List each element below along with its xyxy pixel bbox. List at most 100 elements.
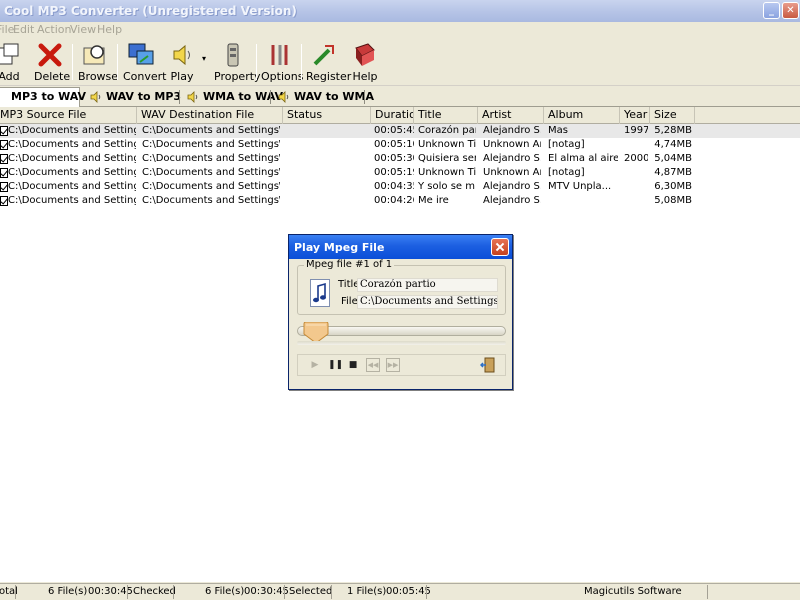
- col-mp3-source[interactable]: MP3 Source File: [0, 107, 137, 124]
- register-label: Register: [306, 70, 352, 83]
- tab-wma-to-wav[interactable]: WMA to WAV: [183, 88, 283, 106]
- property-label: Property: [214, 70, 261, 83]
- property-button[interactable]: Property: [214, 40, 261, 84]
- status-divider: [284, 585, 285, 599]
- cell-duration: 00:05:10: [374, 139, 414, 150]
- browse-button[interactable]: Browse: [78, 40, 118, 84]
- register-button[interactable]: Register: [306, 40, 352, 84]
- cell-destination: C:\Documents and Settings\upto...: [142, 181, 280, 192]
- table-row[interactable]: C:\Documents and Settings\up... C:\Docum…: [0, 166, 800, 180]
- stop-icon[interactable]: ■: [346, 358, 360, 372]
- dialog-title-bar[interactable]: Play Mpeg File: [289, 235, 512, 259]
- delete-button[interactable]: Delete: [34, 40, 71, 84]
- close-button[interactable]: ✕: [782, 2, 799, 19]
- mpeg-file-group: Mpeg file #1 of 1 Title: Corazón partio …: [297, 259, 506, 315]
- table-row[interactable]: C:\Documents and Settings\up... C:\Docum…: [0, 138, 800, 152]
- col-artist[interactable]: Artist: [478, 107, 544, 124]
- cell-duration: 00:05:45: [374, 125, 414, 136]
- register-icon: [311, 42, 337, 68]
- cell-source: C:\Documents and Settings\up...: [8, 139, 136, 150]
- play-dropdown-arrow-icon[interactable]: ▾: [202, 54, 206, 63]
- table-row[interactable]: C:\Documents and Settings\up... C:\Docum…: [0, 124, 800, 138]
- col-wav-destination[interactable]: WAV Destination File: [137, 107, 283, 124]
- row-checkbox[interactable]: [0, 126, 8, 136]
- cell-source: C:\Documents and Settings\up...: [8, 153, 136, 164]
- menu-action[interactable]: Action: [37, 23, 71, 36]
- add-button[interactable]: Add: [0, 40, 22, 84]
- row-checkbox[interactable]: [0, 182, 8, 192]
- status-divider: [426, 585, 427, 599]
- cell-duration: 00:05:30: [374, 153, 414, 164]
- dialog-close-button[interactable]: [491, 238, 509, 256]
- help-book-icon: [352, 42, 378, 68]
- tab-label: MP3 to WAV: [11, 90, 87, 103]
- speaker-icon: [278, 91, 289, 103]
- cell-artist: Unknown Ar...: [483, 167, 541, 178]
- cell-source: C:\Documents and Settings\up...: [8, 125, 136, 136]
- cell-title: Unknown Ti...: [418, 139, 476, 150]
- row-checkbox[interactable]: [0, 168, 8, 178]
- play-icon[interactable]: ▶: [308, 358, 322, 372]
- col-year[interactable]: Year: [620, 107, 650, 124]
- col-album[interactable]: Album: [544, 107, 620, 124]
- cell-duration: 00:04:35: [374, 181, 414, 192]
- cell-duration: 00:04:26: [374, 195, 414, 206]
- col-size[interactable]: Size: [650, 107, 695, 124]
- window-title: Cool MP3 Converter (Unregistered Version…: [4, 4, 297, 18]
- status-checked-time: 00:30:45: [244, 586, 289, 597]
- play-mpeg-dialog: Play Mpeg File Mpeg file #1 of 1 Title: …: [288, 234, 513, 390]
- conversion-tabs: MP3 to WAV WAV to MP3 WMA to WAV WAV to …: [0, 87, 800, 107]
- col-status[interactable]: Status: [283, 107, 371, 124]
- minimize-button[interactable]: _: [763, 2, 780, 19]
- cell-artist: Alejandro S...: [483, 181, 541, 192]
- options-button[interactable]: Options: [261, 40, 303, 84]
- tab-wav-to-wma[interactable]: WAV to WMA: [274, 88, 374, 106]
- cell-destination: C:\Documents and Settings\upto...: [142, 125, 280, 136]
- menu-edit[interactable]: Edit: [13, 23, 34, 36]
- delete-label: Delete: [34, 70, 71, 83]
- toolbar-separator: [301, 44, 302, 80]
- column-header-row: MP3 Source File WAV Destination File Sta…: [0, 107, 800, 124]
- next-icon[interactable]: ▶▶: [386, 358, 400, 372]
- seek-slider[interactable]: [297, 321, 506, 344]
- tab-separator: [179, 90, 180, 104]
- pause-icon[interactable]: ❚❚: [328, 358, 343, 372]
- dialog-title: Play Mpeg File: [294, 241, 385, 254]
- convert-button[interactable]: Convert: [123, 40, 167, 84]
- table-row[interactable]: C:\Documents and Settings\up... C:\Docum…: [0, 180, 800, 194]
- row-checkbox[interactable]: [0, 154, 8, 164]
- cell-destination: C:\Documents and Settings\upto...: [142, 153, 280, 164]
- delete-icon: [37, 42, 63, 68]
- toolbar-separator: [117, 44, 118, 80]
- music-note-icon: [310, 279, 330, 307]
- status-vendor: Magicutils Software: [584, 586, 682, 597]
- cell-year: 2000: [624, 153, 648, 164]
- table-row[interactable]: C:\Documents and Settings\up... C:\Docum…: [0, 152, 800, 166]
- status-divider: [15, 585, 16, 599]
- help-button[interactable]: Help: [352, 40, 378, 84]
- convert-icon: [128, 42, 154, 68]
- cell-year: 1997: [624, 125, 648, 136]
- row-checkbox[interactable]: [0, 140, 8, 150]
- table-row[interactable]: C:\Documents and Settings\up... C:\Docum…: [0, 194, 800, 208]
- previous-icon[interactable]: ◀◀: [366, 358, 380, 372]
- help-label: Help: [352, 70, 378, 83]
- row-checkbox[interactable]: [0, 196, 8, 206]
- play-button[interactable]: Play: [168, 40, 196, 84]
- menu-help[interactable]: Help: [97, 23, 122, 36]
- cell-album: Mas: [548, 125, 568, 136]
- cell-destination: C:\Documents and Settings\upto...: [142, 167, 280, 178]
- col-duration[interactable]: Duration: [371, 107, 414, 124]
- cell-title: Me ire: [418, 195, 449, 206]
- tab-mp3-to-wav[interactable]: MP3 to WAV: [0, 87, 86, 107]
- title-field: Corazón partio: [357, 278, 498, 292]
- toolbar: Add Delete Browse Convert Play ▾ Propert…: [0, 38, 800, 86]
- playback-controls: ▶ ❚❚ ■ ◀◀ ▶▶: [297, 354, 506, 376]
- menu-view[interactable]: View: [70, 23, 96, 36]
- exit-door-icon[interactable]: [479, 357, 496, 373]
- options-icon: [266, 42, 292, 68]
- cell-artist: Alejandro S...: [483, 125, 541, 136]
- cell-title: Quisiera ser: [418, 153, 476, 164]
- col-title[interactable]: Title: [414, 107, 478, 124]
- tab-wav-to-mp3[interactable]: WAV to MP3: [86, 88, 181, 106]
